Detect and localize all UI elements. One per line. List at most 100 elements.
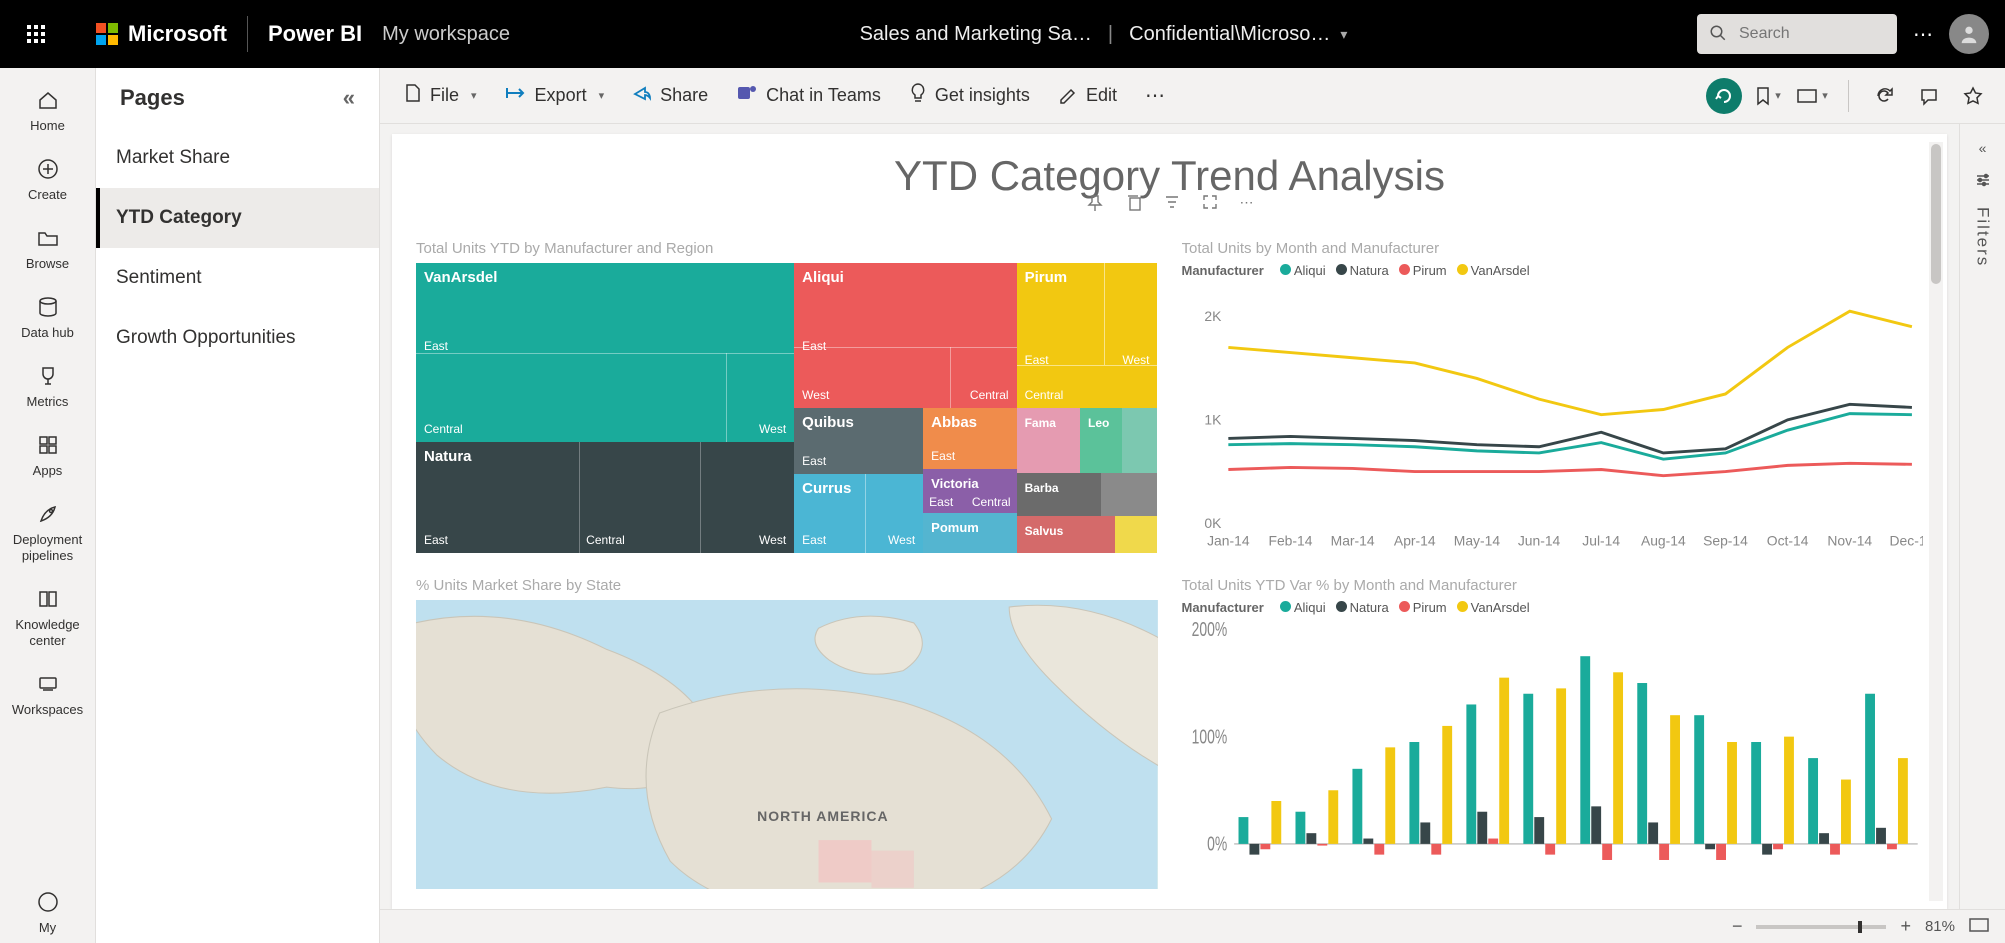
zoom-level: 81% — [1925, 918, 1955, 935]
zoom-out-button[interactable]: − — [1732, 916, 1743, 937]
reset-button[interactable] — [1706, 78, 1742, 114]
linechart-body[interactable]: 0K1K2KJan-14Feb-14Mar-14Apr-14May-14Jun-… — [1182, 284, 1924, 553]
legend-dot — [1399, 601, 1410, 612]
expand-icon[interactable]: « — [1979, 140, 1987, 156]
page-ytd-category[interactable]: YTD Category — [96, 188, 379, 248]
svg-text:May-14: May-14 — [1453, 532, 1500, 548]
chevron-down-icon: ▾ — [1775, 89, 1781, 102]
comment-button[interactable] — [1911, 78, 1947, 114]
copy-icon[interactable] — [1126, 194, 1142, 215]
pages-pane: Pages « Market Share YTD Category Sentim… — [96, 68, 380, 943]
view-button[interactable]: ▾ — [1794, 78, 1830, 114]
search-box[interactable] — [1697, 14, 1897, 54]
viz-treemap[interactable]: Total Units YTD by Manufacturer and Regi… — [416, 240, 1158, 553]
viz-linechart[interactable]: Total Units by Month and Manufacturer Ma… — [1182, 240, 1924, 553]
nav-home[interactable]: Home — [0, 78, 95, 141]
search-icon — [1709, 24, 1727, 45]
refresh-button[interactable] — [1867, 78, 1903, 114]
viz-title: % Units Market Share by State — [416, 577, 1158, 594]
microsoft-logo: Microsoft — [96, 21, 227, 47]
teams-icon — [736, 83, 758, 108]
avatar[interactable] — [1949, 14, 1989, 54]
chat-teams-button[interactable]: Chat in Teams — [726, 77, 891, 114]
file-menu[interactable]: File▾ — [394, 77, 487, 114]
legend-dot — [1336, 601, 1347, 612]
zoom-slider[interactable] — [1756, 925, 1886, 929]
legend-dot — [1457, 264, 1468, 275]
zoom-in-button[interactable]: + — [1900, 916, 1911, 937]
vertical-scrollbar[interactable] — [1931, 144, 1941, 284]
page-market-share[interactable]: Market Share — [96, 128, 379, 188]
nav-apps[interactable]: Apps — [0, 423, 95, 486]
report-canvas[interactable]: YTD Category Trend Analysis ⋯ Total Unit… — [392, 134, 1947, 909]
person-icon — [34, 888, 62, 916]
filters-pane-collapsed[interactable]: « Filters — [1959, 124, 2005, 909]
chevron-down-icon[interactable]: ▾ — [1340, 26, 1347, 43]
map-body[interactable]: NORTH AMERICA — [416, 600, 1158, 890]
folder-icon — [34, 224, 62, 252]
bookmark-button[interactable]: ▾ — [1750, 78, 1786, 114]
book-icon — [34, 585, 62, 613]
barchart-body[interactable]: 0%100%200% — [1182, 621, 1924, 890]
legend-dot — [1457, 601, 1468, 612]
svg-text:Sep-14: Sep-14 — [1703, 532, 1748, 548]
svg-text:200%: 200% — [1191, 621, 1227, 641]
svg-text:Dec-14: Dec-14 — [1889, 532, 1923, 548]
title-center: Sales and Marketing Sa… | Confidential\M… — [510, 23, 1697, 46]
filter-icon[interactable] — [1164, 194, 1180, 215]
export-menu[interactable]: Export▾ — [495, 78, 615, 113]
pages-header: Pages « — [96, 68, 379, 128]
legend-dot — [1399, 264, 1410, 275]
viz-barchart[interactable]: Total Units YTD Var % by Month and Manuf… — [1182, 577, 1924, 890]
nav-workspaces[interactable]: Workspaces — [0, 662, 95, 725]
legend-dot — [1280, 264, 1291, 275]
viz-title: Total Units by Month and Manufacturer — [1182, 240, 1924, 257]
treemap-body[interactable]: VanArsdel East Central West Natura East … — [416, 263, 1158, 553]
insights-button[interactable]: Get insights — [899, 76, 1040, 115]
viz-map[interactable]: % Units Market Share by State NORTH A — [416, 577, 1158, 890]
workspace-breadcrumb[interactable]: My workspace — [382, 23, 510, 46]
nav-create[interactable]: Create — [0, 147, 95, 210]
pin-icon[interactable] — [1086, 194, 1104, 215]
nav-metrics[interactable]: Metrics — [0, 354, 95, 417]
map-label: NORTH AMERICA — [757, 808, 888, 824]
focus-icon[interactable] — [1202, 194, 1218, 215]
page-title: YTD Category Trend Analysis — [416, 152, 1923, 200]
svg-text:2K: 2K — [1204, 308, 1222, 324]
edit-button[interactable]: Edit — [1048, 77, 1127, 114]
page-growth[interactable]: Growth Opportunities — [96, 308, 379, 368]
chevron-down-icon: ▾ — [471, 89, 477, 102]
svg-text:0%: 0% — [1207, 831, 1227, 854]
svg-text:Aug-14: Aug-14 — [1640, 532, 1685, 548]
nav-browse[interactable]: Browse — [0, 216, 95, 279]
file-icon — [404, 83, 422, 108]
bulb-icon — [909, 82, 927, 109]
collapse-icon[interactable]: « — [343, 85, 355, 111]
page-sentiment[interactable]: Sentiment — [96, 248, 379, 308]
nav-knowledge[interactable]: Knowledge center — [0, 577, 95, 656]
favorite-button[interactable] — [1955, 78, 1991, 114]
search-input[interactable] — [1739, 25, 1885, 43]
nav-my[interactable]: My — [0, 880, 95, 943]
nav-datahub[interactable]: Data hub — [0, 285, 95, 348]
fit-page-button[interactable] — [1969, 918, 1989, 936]
more-icon[interactable]: ⋯ — [1240, 194, 1254, 215]
more-menu[interactable]: ⋯ — [1135, 77, 1175, 114]
legend: Manufacturer Aliqui Natura Pirum VanArsd… — [1182, 263, 1924, 278]
svg-text:Jan-14: Jan-14 — [1207, 532, 1250, 548]
legend-dot — [1336, 264, 1347, 275]
report-toolbar: File▾ Export▾ Share Chat in Teams Get in… — [380, 68, 2005, 124]
nav-pipelines[interactable]: Deployment pipelines — [0, 492, 95, 571]
sensitivity-label[interactable]: Confidential\Microso… — [1129, 23, 1330, 46]
share-button[interactable]: Share — [622, 78, 718, 113]
share-icon — [632, 84, 652, 107]
report-name[interactable]: Sales and Marketing Sa… — [860, 23, 1092, 46]
svg-text:1K: 1K — [1204, 411, 1222, 427]
divider — [247, 16, 248, 52]
left-nav: Home Create Browse Data hub Metrics Apps… — [0, 68, 96, 943]
app-launcher-icon[interactable] — [16, 14, 56, 54]
svg-text:Mar-14: Mar-14 — [1330, 532, 1374, 548]
more-icon[interactable]: ⋯ — [1913, 22, 1933, 47]
svg-text:Jun-14: Jun-14 — [1517, 532, 1560, 548]
chevron-down-icon: ▾ — [599, 89, 605, 102]
